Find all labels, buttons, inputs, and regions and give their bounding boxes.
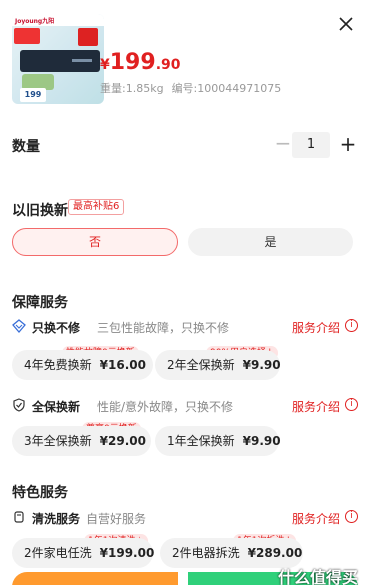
service-intro-link[interactable]: 服务介绍 bbox=[292, 319, 340, 336]
tradein-subsidy-badge: 最高补贴6 bbox=[68, 199, 125, 215]
service-desc: 自营好服务 bbox=[86, 512, 147, 526]
quantity-row: 数量 − 1 + bbox=[12, 132, 358, 158]
guarantee-title: 保障服务 bbox=[12, 295, 68, 311]
add-to-cart-button[interactable] bbox=[12, 572, 178, 585]
info-icon[interactable]: i bbox=[345, 510, 358, 523]
tradein-no-button[interactable]: 否 bbox=[12, 228, 178, 256]
service-row-full-protect: 全保换新 性能/意外故障，只换不修 服务介绍 i bbox=[12, 397, 358, 415]
product-price: ¥199.90 bbox=[100, 50, 181, 75]
option-3yr-full[interactable]: 3年全保换新 ¥29.00 bbox=[12, 426, 151, 456]
thumb-price-tag: 199 bbox=[20, 88, 46, 102]
brand-logo: Joyoung九阳 bbox=[15, 18, 55, 25]
service-desc: 性能/意外故障，只换不修 bbox=[97, 400, 234, 414]
product-summary: Joyoung九阳 199 bbox=[12, 14, 352, 114]
option-1yr-full[interactable]: 1年全保换新 ¥9.90 bbox=[155, 426, 281, 456]
tradein-title: 以旧换新 bbox=[12, 203, 68, 219]
tradein-yes-button[interactable]: 是 bbox=[188, 228, 353, 256]
option-4yr-replace[interactable]: 4年免费换新 ¥16.00 bbox=[12, 350, 153, 380]
quantity-label: 数量 bbox=[12, 139, 40, 155]
quantity-input[interactable]: 1 bbox=[292, 132, 330, 158]
product-image: Joyoung九阳 199 bbox=[12, 14, 104, 104]
shield-check-icon bbox=[13, 398, 25, 412]
option-clean-2[interactable]: 2件家电任洗 ¥199.00 bbox=[12, 538, 154, 568]
special-title: 特色服务 bbox=[12, 485, 68, 501]
increase-button[interactable]: + bbox=[338, 132, 358, 158]
diamond-shield-icon bbox=[12, 319, 26, 333]
service-row-cleaning: 清洗服务 自营好服务 服务介绍 i bbox=[12, 509, 358, 527]
option-2yr-full[interactable]: 2年全保换新 ¥9.90 bbox=[155, 350, 281, 380]
service-row-replace-only: 只换不修 三包性能故障，只换不修 服务介绍 i bbox=[12, 318, 358, 336]
service-intro-link[interactable]: 服务介绍 bbox=[292, 398, 340, 415]
watermark: 什么值得买 bbox=[277, 568, 358, 585]
info-icon[interactable]: i bbox=[345, 398, 358, 411]
service-desc: 三包性能故障，只换不修 bbox=[97, 321, 230, 335]
service-name: 只换不修 bbox=[32, 321, 81, 335]
service-intro-link[interactable]: 服务介绍 bbox=[292, 510, 340, 527]
decrease-button[interactable]: − bbox=[274, 133, 292, 154]
product-meta: 重量:1.85kg 编号:100044971075 bbox=[100, 80, 281, 96]
service-name: 全保换新 bbox=[32, 400, 81, 414]
service-name: 清洗服务 bbox=[32, 512, 81, 526]
info-icon[interactable]: i bbox=[345, 319, 358, 332]
cleaning-icon bbox=[14, 511, 24, 523]
product-sku: 编号:100044971075 bbox=[171, 82, 282, 95]
product-weight: 重量:1.85kg bbox=[100, 82, 164, 95]
